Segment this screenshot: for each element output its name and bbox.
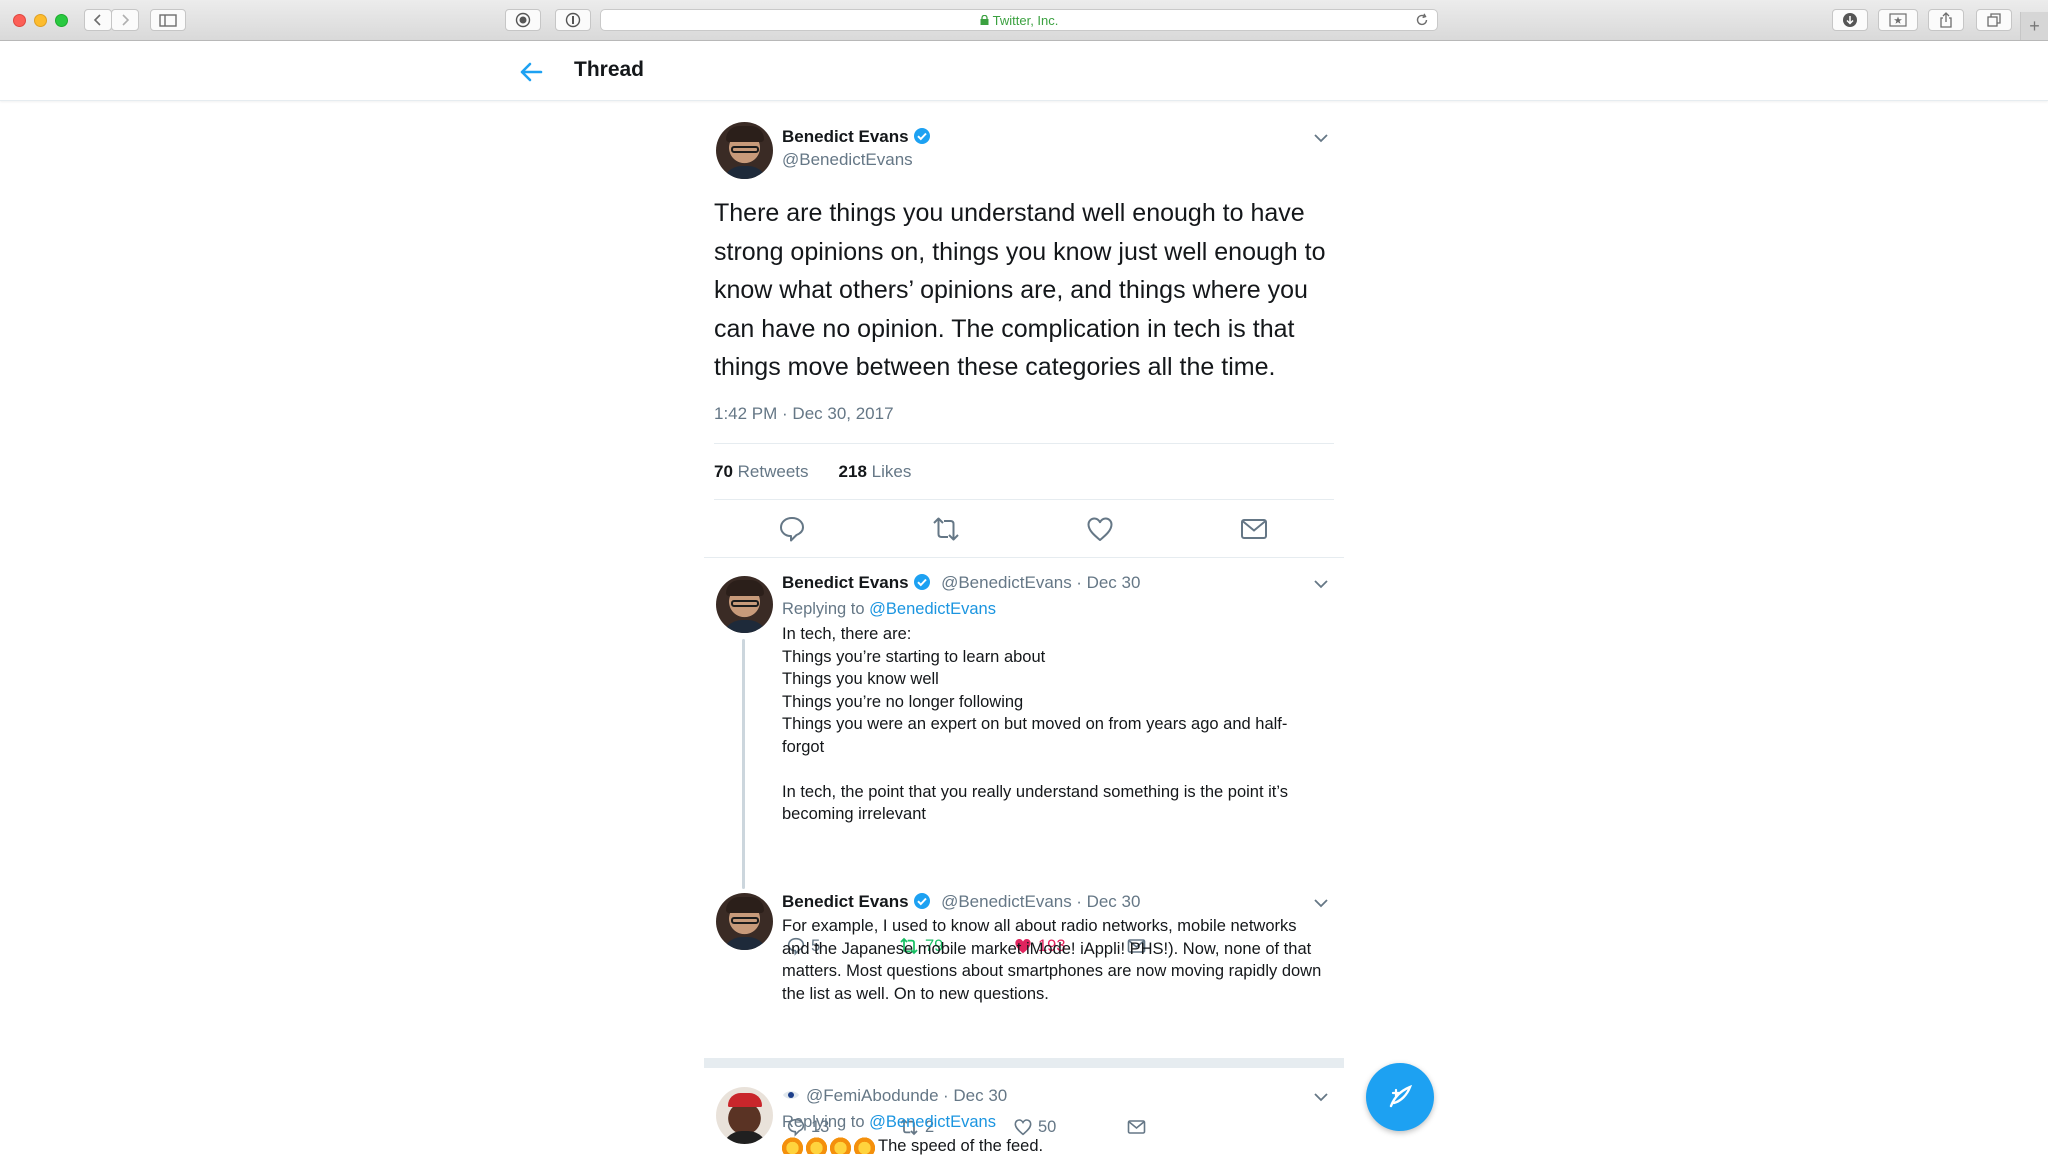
likes-stat[interactable]: 218 Likes [839, 462, 912, 481]
sidebar-toggle-button[interactable] [150, 9, 186, 31]
eye-icon [783, 1091, 799, 1099]
author-name: Benedict Evans [782, 127, 909, 146]
divider [714, 443, 1334, 444]
compose-icon [1389, 1084, 1413, 1108]
avatar[interactable] [716, 1087, 773, 1144]
fire-emoji-icon [806, 1134, 827, 1154]
fire-emoji-icon [830, 1134, 851, 1154]
verified-icon [913, 574, 930, 590]
chevron-right-icon [122, 14, 130, 26]
main-tweet-actions [704, 500, 1344, 558]
author-handle[interactable]: @FemiAbodunde [806, 1086, 939, 1105]
verified-icon [913, 893, 930, 909]
reply-header: Benedict Evans @BenedictEvans · Dec 30 [782, 892, 1140, 912]
tweet-stats: 70 Retweets 218 Likes [714, 462, 911, 482]
avatar[interactable] [716, 122, 773, 179]
share-button[interactable] [1928, 9, 1964, 31]
message-icon[interactable] [1239, 514, 1269, 544]
chevron-down-icon[interactable] [1312, 575, 1330, 593]
tabs-icon [1987, 13, 2001, 27]
plus-icon: + [2029, 15, 2040, 36]
verified-icon [913, 128, 930, 144]
password-button[interactable] [555, 9, 591, 31]
download-icon [1843, 13, 1857, 27]
replying-to: Replying to @BenedictEvans [782, 600, 996, 618]
browser-forward-button[interactable] [111, 9, 139, 31]
address-bar[interactable]: Twitter, Inc. [600, 9, 1438, 31]
tweet-timestamp[interactable]: 1:42 PM · Dec 30, 2017 [714, 404, 894, 424]
fire-emoji-icon [854, 1134, 875, 1154]
downloads-button[interactable] [1832, 9, 1868, 31]
share-icon [1940, 12, 1952, 28]
star-icon [1889, 13, 1907, 27]
reply-icon[interactable] [777, 514, 807, 544]
extension-button[interactable] [505, 9, 541, 31]
author-handle[interactable]: @BenedictEvans [782, 150, 913, 170]
avatar[interactable] [716, 893, 773, 950]
address-text: Twitter, Inc. [992, 12, 1059, 28]
chevron-left-icon [93, 14, 101, 26]
bookmarks-button[interactable] [1878, 9, 1918, 31]
replying-to: Replying to @BenedictEvans [782, 1113, 996, 1131]
info-icon [565, 12, 581, 28]
page-title: Thread [574, 58, 645, 81]
divider [704, 557, 1344, 558]
author-name[interactable]: Benedict Evans [782, 573, 909, 592]
chevron-down-icon[interactable] [1312, 894, 1330, 912]
reply-tweet[interactable]: @FemiAbodunde · Dec 30 Replying to @Bene… [704, 1084, 1344, 1155]
main-tweet-author[interactable]: Benedict Evans [782, 127, 931, 147]
sidebar-icon [159, 13, 177, 27]
reply-header: Benedict Evans @BenedictEvans · Dec 30 [782, 573, 1140, 593]
author-handle[interactable]: @BenedictEvans [941, 573, 1072, 592]
browser-toolbar: Twitter, Inc. + [0, 0, 2048, 41]
retweets-stat[interactable]: 70 Retweets [714, 462, 809, 481]
chevron-down-icon[interactable] [1312, 129, 1330, 147]
zoom-window-button[interactable] [55, 14, 68, 27]
compose-tweet-button[interactable] [1366, 1063, 1434, 1131]
author-name[interactable]: Benedict Evans [782, 892, 909, 911]
author-handle[interactable]: @BenedictEvans [941, 892, 1072, 911]
avatar[interactable] [716, 576, 773, 633]
main-tweet-text: There are things you understand well eno… [714, 199, 1326, 381]
reload-icon[interactable] [1415, 13, 1429, 27]
thread-column: Benedict Evans @BenedictEvans There are … [704, 101, 1344, 1155]
reply-tweet[interactable]: Benedict Evans @BenedictEvans · Dec 30 R… [704, 571, 1344, 891]
thread-connector [742, 639, 745, 889]
reply-text: The speed of the feed. [782, 1134, 1327, 1158]
reply-text: For example, I used to know all about ra… [782, 917, 1322, 1003]
mention-link[interactable]: @BenedictEvans [869, 600, 996, 618]
minimize-window-button[interactable] [34, 14, 47, 27]
reply-header: @FemiAbodunde · Dec 30 [782, 1086, 1007, 1106]
like-icon[interactable] [1085, 514, 1115, 544]
tweet-date[interactable]: · Dec 30 [1076, 892, 1140, 911]
tweet-date[interactable]: · Dec 30 [1076, 573, 1140, 592]
close-window-button[interactable] [13, 14, 26, 27]
record-icon [515, 12, 531, 28]
fire-emoji-icon [782, 1134, 803, 1154]
lock-icon [980, 15, 989, 25]
chevron-down-icon[interactable] [1312, 1088, 1330, 1106]
reply-text: In tech, there are: Things you’re starti… [782, 625, 1289, 823]
tabs-overview-button[interactable] [1976, 9, 2012, 31]
new-tab-button[interactable]: + [2020, 12, 2048, 40]
thread-header: Thread [0, 41, 2048, 101]
browser-back-button[interactable] [84, 9, 112, 31]
tweet-date[interactable]: · Dec 30 [943, 1086, 1007, 1105]
retweet-icon[interactable] [931, 514, 961, 544]
back-arrow-icon [520, 62, 543, 82]
mention-link[interactable]: @BenedictEvans [869, 1113, 996, 1131]
back-button[interactable] [516, 57, 546, 87]
section-separator [704, 1058, 1344, 1068]
